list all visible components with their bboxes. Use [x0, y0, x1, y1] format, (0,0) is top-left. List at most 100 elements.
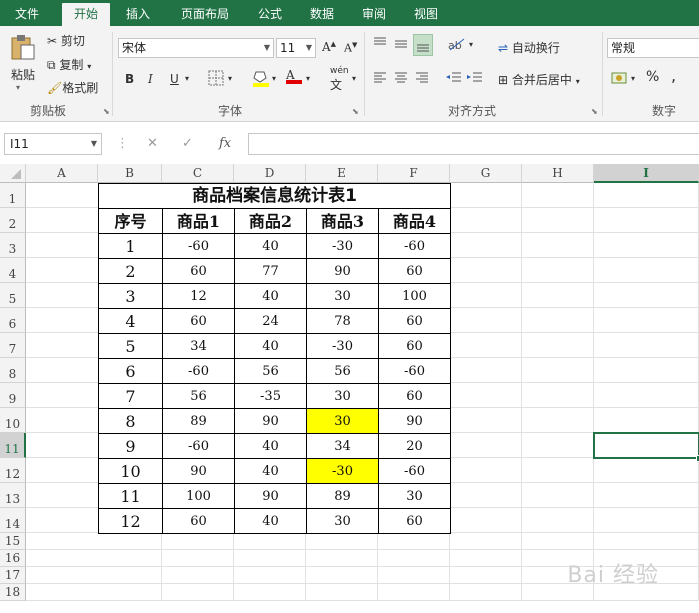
- table-header-cell[interactable]: 序号: [98, 208, 163, 234]
- cancel-icon[interactable]: ✕: [147, 136, 158, 151]
- row-header-7[interactable]: 7: [0, 333, 26, 358]
- tab-home[interactable]: 开始: [62, 3, 110, 26]
- column-header-f[interactable]: F: [378, 164, 450, 183]
- table-cell[interactable]: 40: [234, 233, 307, 259]
- font-launcher-icon[interactable]: ⬊: [352, 107, 359, 116]
- table-cell[interactable]: 7: [98, 383, 163, 409]
- table-cell[interactable]: 40: [234, 283, 307, 309]
- table-cell[interactable]: 89: [306, 483, 379, 509]
- column-header-d[interactable]: D: [234, 164, 306, 183]
- number-format-combo[interactable]: 常规: [607, 38, 699, 58]
- comma-button[interactable]: ,: [671, 66, 676, 85]
- column-header-a[interactable]: A: [26, 164, 98, 183]
- copy-button[interactable]: ⧉ 复制 ▾: [47, 56, 91, 73]
- table-cell[interactable]: 30: [306, 508, 379, 534]
- table-cell[interactable]: 40: [234, 458, 307, 484]
- table-cell[interactable]: 34: [162, 333, 235, 359]
- active-cell[interactable]: [593, 432, 699, 459]
- table-cell[interactable]: 20: [378, 433, 451, 459]
- select-all-corner[interactable]: [0, 164, 26, 183]
- table-header-cell[interactable]: 商品4: [378, 208, 451, 234]
- row-header-8[interactable]: 8: [0, 358, 26, 383]
- table-cell[interactable]: 60: [378, 258, 451, 284]
- row-header-1[interactable]: 1: [0, 183, 26, 208]
- table-cell[interactable]: 56: [306, 358, 379, 384]
- accounting-format-icon[interactable]: [611, 70, 629, 89]
- table-cell[interactable]: 1: [98, 233, 163, 259]
- table-cell[interactable]: 56: [162, 383, 235, 409]
- table-cell[interactable]: 11: [98, 483, 163, 509]
- table-cell[interactable]: 30: [306, 383, 379, 409]
- column-header-i[interactable]: I: [594, 164, 699, 183]
- table-cell[interactable]: 10: [98, 458, 163, 484]
- row-header-9[interactable]: 9: [0, 383, 26, 408]
- align-middle-icon[interactable]: [393, 36, 409, 55]
- clipboard-launcher-icon[interactable]: ⬊: [103, 107, 110, 116]
- chevron-down-icon[interactable]: ▾: [185, 74, 189, 83]
- font-name-combo[interactable]: 宋体 ▼: [118, 38, 274, 58]
- phonetic-button[interactable]: wén 文: [330, 66, 349, 93]
- row-header-16[interactable]: 16: [0, 550, 26, 567]
- align-top-icon[interactable]: [372, 36, 388, 55]
- table-cell[interactable]: -60: [162, 233, 235, 259]
- table-cell[interactable]: 60: [378, 333, 451, 359]
- table-cell[interactable]: 90: [234, 408, 307, 434]
- shrink-font-icon[interactable]: A▼: [344, 41, 357, 55]
- tab-file[interactable]: 文件: [0, 3, 54, 26]
- table-header-cell[interactable]: 商品1: [162, 208, 235, 234]
- table-cell[interactable]: -30: [306, 333, 379, 359]
- table-cell[interactable]: 8: [98, 408, 163, 434]
- column-header-e[interactable]: E: [306, 164, 378, 183]
- underline-button[interactable]: U: [170, 72, 179, 86]
- row-header-10[interactable]: 10: [0, 408, 26, 433]
- table-cell[interactable]: 4: [98, 308, 163, 334]
- merge-center-button[interactable]: ⊞ 合并后居中 ▾: [498, 71, 580, 88]
- table-cell[interactable]: 60: [162, 308, 235, 334]
- row-header-17[interactable]: 17: [0, 567, 26, 584]
- paste-icon[interactable]: [8, 34, 38, 60]
- align-left-icon[interactable]: [372, 70, 388, 89]
- table-cell[interactable]: 2: [98, 258, 163, 284]
- chevron-down-icon[interactable]: ▾: [228, 74, 232, 83]
- align-center-icon[interactable]: [393, 70, 409, 89]
- row-header-15[interactable]: 15: [0, 533, 26, 550]
- row-header-14[interactable]: 14: [0, 508, 26, 533]
- chevron-down-icon[interactable]: ▾: [352, 74, 356, 83]
- format-painter-button[interactable]: 🖌格式刷: [47, 79, 98, 96]
- table-cell[interactable]: 12: [162, 283, 235, 309]
- table-header-cell[interactable]: 商品3: [306, 208, 379, 234]
- table-cell[interactable]: 56: [234, 358, 307, 384]
- table-cell[interactable]: -30: [306, 458, 379, 484]
- fill-color-icon[interactable]: [252, 68, 270, 91]
- table-cell[interactable]: 40: [234, 508, 307, 534]
- tab-data[interactable]: 数据: [302, 3, 342, 26]
- table-cell[interactable]: 60: [378, 308, 451, 334]
- row-header-2[interactable]: 2: [0, 208, 26, 233]
- table-cell[interactable]: 3: [98, 283, 163, 309]
- table-cell[interactable]: 89: [162, 408, 235, 434]
- formula-input[interactable]: [248, 133, 699, 155]
- table-cell[interactable]: -60: [378, 233, 451, 259]
- tab-page-layout[interactable]: 页面布局: [172, 3, 238, 26]
- chevron-down-icon[interactable]: ▾: [631, 74, 635, 83]
- row-header-4[interactable]: 4: [0, 258, 26, 283]
- table-cell[interactable]: 40: [234, 333, 307, 359]
- table-cell[interactable]: -35: [234, 383, 307, 409]
- table-header-cell[interactable]: 商品2: [234, 208, 307, 234]
- cut-button[interactable]: ✂ 剪切: [47, 32, 85, 49]
- table-cell[interactable]: 12: [98, 508, 163, 534]
- chevron-down-icon[interactable]: ▾: [469, 40, 473, 49]
- wrap-text-button[interactable]: ⇌ 自动换行: [498, 39, 560, 56]
- increase-indent-icon[interactable]: [466, 70, 484, 89]
- grow-font-icon[interactable]: A▲: [322, 40, 336, 54]
- table-cell[interactable]: 30: [378, 483, 451, 509]
- column-header-b[interactable]: B: [98, 164, 162, 183]
- table-cell[interactable]: 100: [162, 483, 235, 509]
- align-right-icon[interactable]: [414, 70, 430, 89]
- table-cell[interactable]: 77: [234, 258, 307, 284]
- table-cell[interactable]: 90: [306, 258, 379, 284]
- name-box[interactable]: I11 ▼: [4, 133, 102, 155]
- table-cell[interactable]: -60: [162, 358, 235, 384]
- row-header-12[interactable]: 12: [0, 458, 26, 483]
- table-cell[interactable]: 5: [98, 333, 163, 359]
